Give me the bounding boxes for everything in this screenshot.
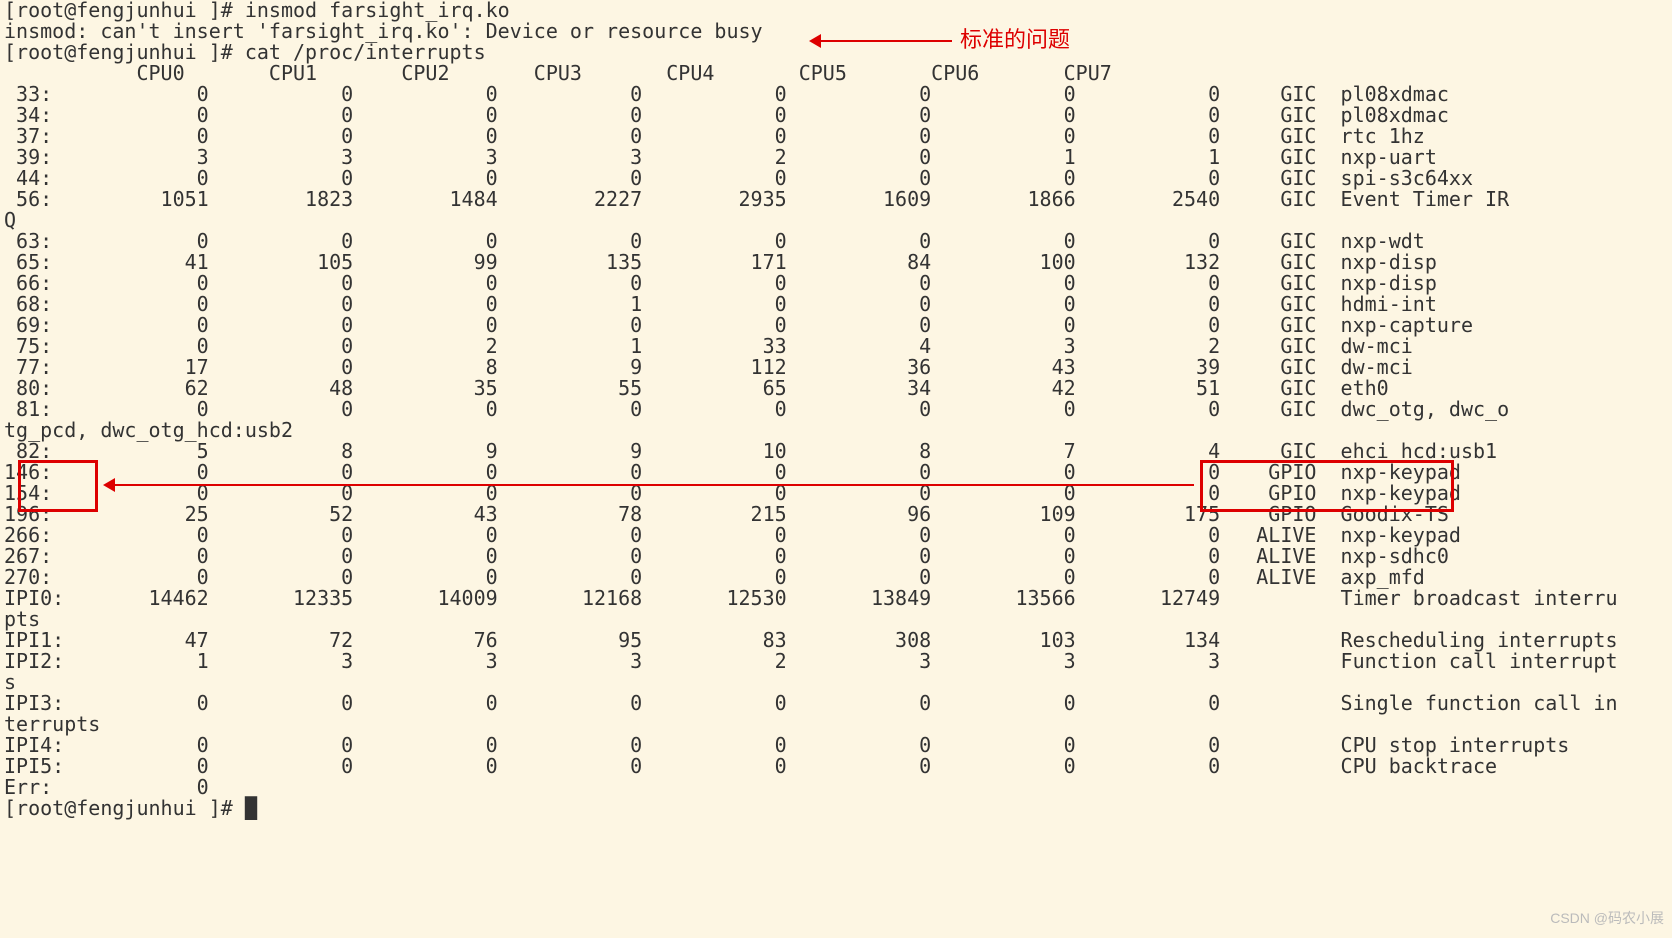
- watermark: CSDN @码农小展: [1550, 911, 1664, 926]
- terminal-output: [root@fengjunhui ]# insmod farsight_irq.…: [0, 0, 1618, 819]
- arrow-2: [106, 484, 1194, 486]
- arrow-1: [812, 40, 952, 42]
- highlight-box-name: [1200, 460, 1454, 512]
- annotation-label: 标准的问题: [960, 28, 1070, 51]
- highlight-box-irq: [18, 460, 98, 512]
